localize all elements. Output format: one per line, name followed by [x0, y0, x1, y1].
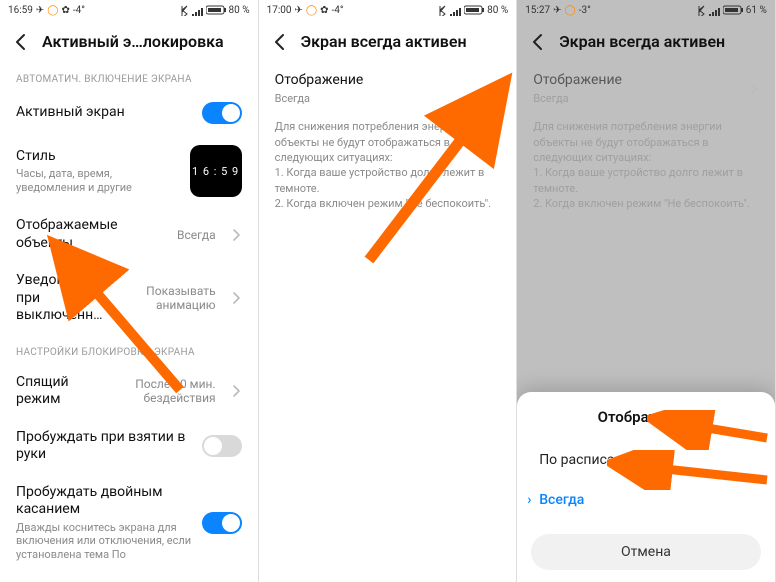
- status-time: 15:27: [525, 5, 550, 16]
- section-label-auto: АВТОМАТИЧ. ВКЛЮЧЕНИЕ ЭКРАНА: [0, 62, 258, 91]
- row-display[interactable]: Отображение Всегда: [259, 62, 517, 115]
- row-label: Отображение: [275, 72, 475, 90]
- toggle-raise-to-wake[interactable]: [202, 435, 242, 457]
- settings-list[interactable]: АВТОМАТИЧ. ВКЛЮЧЕНИЕ ЭКРАНА Активный экр…: [0, 62, 258, 572]
- circle-icon: ◯: [306, 5, 317, 16]
- sheet-option-always[interactable]: Всегда: [517, 480, 775, 520]
- row-display: Отображение Всегда: [517, 62, 775, 115]
- info-text: Для снижения потребления энергии объекты…: [517, 115, 775, 221]
- back-icon: [529, 32, 547, 52]
- sheet-cancel-button[interactable]: Отмена: [531, 534, 761, 570]
- row-sleep[interactable]: Спящий режим После 10 мин. бездействия: [0, 364, 258, 419]
- sheet-title: Отображение: [517, 408, 775, 426]
- row-value: После 10 мин. бездействия: [126, 377, 216, 405]
- status-time: 17:00: [267, 5, 292, 16]
- page-header: Активный э…локировка: [0, 20, 258, 62]
- gear-icon: ✿: [62, 5, 70, 16]
- page-title: Активный э…локировка: [42, 32, 224, 51]
- status-bar: 17:00 ✈ ◯ ✿ -4° 80 %: [259, 0, 517, 20]
- style-preview: 1 6 : 5 9: [190, 145, 242, 197]
- status-battery: 80 %: [229, 5, 250, 16]
- status-battery: 80 %: [487, 5, 508, 16]
- row-displayed-objects[interactable]: Отображаемые объекты Всегда: [0, 207, 258, 262]
- row-sub: Всегда: [275, 92, 475, 106]
- row-sub: Всегда: [533, 92, 733, 106]
- chevron-right-icon: [230, 227, 242, 243]
- telegram-icon: ✈: [36, 5, 44, 16]
- back-icon: [271, 32, 289, 52]
- row-label: Уведомления при выключенн…: [16, 272, 116, 325]
- status-temp: -4°: [331, 5, 343, 16]
- bluetooth-icon: [695, 4, 705, 16]
- row-active-screen[interactable]: Активный экран: [0, 91, 258, 135]
- status-temp: -3°: [579, 5, 591, 16]
- row-label: Стиль: [16, 148, 180, 166]
- row-label: Спящий режим: [16, 374, 116, 409]
- chevron-right-icon: [488, 81, 500, 97]
- status-time: 16:59: [8, 5, 33, 16]
- row-value: Всегда: [177, 228, 216, 242]
- row-label: Пробуждать при взятии в руки: [16, 429, 192, 464]
- sheet-option-schedule[interactable]: По расписанию: [517, 440, 775, 480]
- settings-list[interactable]: Отображение Всегда Для снижения потребле…: [259, 62, 517, 222]
- status-bar: 16:59 ✈ ◯ ✿ -4° 80 %: [0, 0, 258, 20]
- status-temp: -4°: [73, 5, 85, 16]
- chevron-right-icon: [230, 383, 242, 399]
- settings-list: Отображение Всегда Для снижения потребле…: [517, 62, 775, 222]
- row-raise-to-wake[interactable]: Пробуждать при взятии в руки: [0, 419, 258, 474]
- row-label: Отображаемые объекты: [16, 217, 167, 252]
- chevron-right-icon: [747, 81, 759, 97]
- row-label: Пробуждать двойным касанием: [16, 484, 192, 519]
- battery-icon: [723, 5, 743, 15]
- status-bar: 15:27 ✈ ◯ -3° 61 %: [517, 0, 775, 20]
- panel-2: 17:00 ✈ ◯ ✿ -4° 80 % Экран всегда активе…: [259, 0, 518, 582]
- page-header: Экран всегда активен: [259, 20, 517, 62]
- page-title: Экран всегда активен: [559, 32, 725, 51]
- signal-icon: [449, 5, 461, 16]
- bottom-sheet: Отображение По расписанию Всегда Отмена: [517, 392, 775, 582]
- chevron-right-icon: [230, 290, 242, 306]
- telegram-icon: ✈: [295, 5, 303, 16]
- battery-icon: [206, 5, 226, 15]
- back-button[interactable]: [12, 32, 30, 50]
- back-icon: [12, 32, 30, 52]
- signal-icon: [191, 5, 203, 16]
- signal-icon: [708, 5, 720, 16]
- back-button[interactable]: [529, 32, 547, 50]
- row-style[interactable]: Стиль Часы, дата, время, уведомления и д…: [0, 135, 258, 207]
- row-value: Показывать анимацию: [126, 284, 216, 312]
- row-double-tap[interactable]: Пробуждать двойным касанием Дважды косни…: [0, 474, 258, 572]
- circle-icon: ◯: [47, 5, 58, 16]
- telegram-icon: ✈: [553, 5, 561, 16]
- panel-3: 15:27 ✈ ◯ -3° 61 % Экран всегда активен …: [517, 0, 776, 582]
- row-sub: Дважды коснитесь экрана для включения ил…: [16, 521, 192, 562]
- toggle-double-tap[interactable]: [202, 512, 242, 534]
- gear-icon: ✿: [320, 5, 328, 16]
- preview-clock: 1 6 : 5 9: [192, 165, 239, 178]
- row-notifications[interactable]: Уведомления при выключенн… Показывать ан…: [0, 262, 258, 335]
- bluetooth-icon: [178, 4, 188, 16]
- battery-icon: [464, 5, 484, 15]
- toggle-active-screen[interactable]: [202, 102, 242, 124]
- page-title: Экран всегда активен: [301, 32, 467, 51]
- row-label: Отображение: [533, 72, 733, 90]
- section-label-lock: НАСТРОЙКИ БЛОКИРОВКИ ЭКРАНА: [0, 335, 258, 364]
- bluetooth-icon: [436, 4, 446, 16]
- row-label: Активный экран: [16, 104, 192, 122]
- row-sub: Часы, дата, время, уведомления и другие: [16, 167, 180, 195]
- circle-icon: ◯: [564, 5, 575, 16]
- page-header: Экран всегда активен: [517, 20, 775, 62]
- panel-1: 16:59 ✈ ◯ ✿ -4° 80 % Активный э…локировк…: [0, 0, 259, 582]
- info-text: Для снижения потребления энергии объекты…: [259, 115, 517, 221]
- back-button[interactable]: [271, 32, 289, 50]
- status-battery: 61 %: [746, 5, 767, 16]
